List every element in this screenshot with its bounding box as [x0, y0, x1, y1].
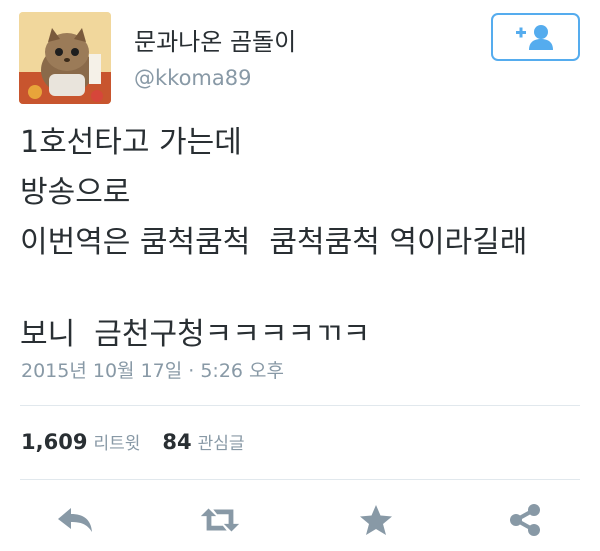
like-count[interactable]: 84: [162, 430, 191, 454]
like-label[interactable]: 관심글: [198, 429, 245, 454]
divider: [20, 479, 580, 480]
favorite-button[interactable]: [354, 500, 398, 540]
follow-plus-person-icon: [515, 25, 553, 50]
tweet-timestamp[interactable]: 2015년 10월 17일 · 5:26 오후: [21, 356, 284, 383]
retweet-button[interactable]: [198, 500, 242, 540]
tweet-line: 이번역은 쿰척쿰척 쿰척쿰척 역이라길래: [20, 225, 528, 260]
tweet-line: 1호선타고 가는데: [20, 125, 242, 160]
share-button[interactable]: [503, 500, 547, 540]
retweet-label[interactable]: 리트윗: [93, 429, 140, 454]
share-icon: [510, 504, 540, 536]
user-handle[interactable]: @kkoma89: [134, 66, 251, 90]
divider: [20, 405, 580, 406]
favorite-star-icon: [360, 505, 392, 535]
display-name[interactable]: 문과나온 곰돌이: [134, 22, 296, 57]
retweet-count[interactable]: 1,609: [21, 430, 87, 454]
tweet-line: 방송으로: [20, 175, 131, 210]
tweet-line-empty: [20, 268, 580, 310]
reply-button[interactable]: [53, 500, 97, 540]
tweet-line: 보니 금천구청ㅋㅋㅋㅋㄲㅋ: [20, 317, 371, 352]
retweet-icon: [200, 508, 240, 532]
tweet-actions: [0, 500, 600, 540]
reply-icon: [58, 508, 92, 532]
tweet-text: 1호선타고 가는데 방송으로 이번역은 쿰척쿰척 쿰척쿰척 역이라길래 보니 금…: [20, 118, 580, 360]
follow-button[interactable]: [491, 13, 580, 61]
avatar[interactable]: [19, 12, 111, 104]
tweet-stats: 1,609 리트윗 84 관심글: [21, 429, 267, 454]
